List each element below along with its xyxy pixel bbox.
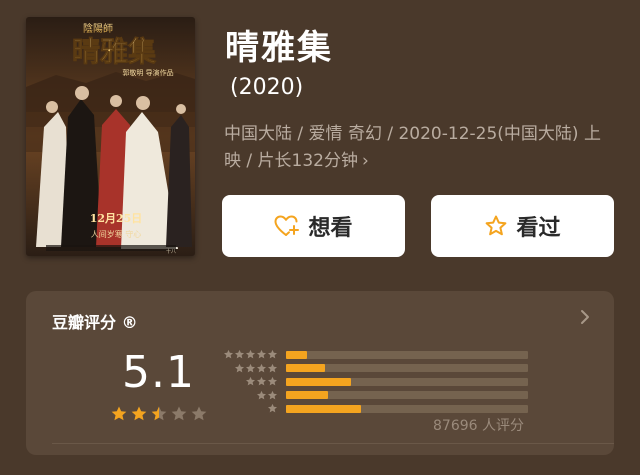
- rating-distribution-row: [218, 389, 538, 403]
- star-icon: [246, 350, 255, 359]
- row-stars: [218, 403, 278, 414]
- chevron-right-icon[interactable]: [578, 307, 592, 327]
- watched-button[interactable]: 看过: [431, 195, 614, 257]
- poster-date-text: 12月25日: [90, 212, 143, 225]
- distribution-bar-track: [286, 364, 528, 373]
- star-icon: [224, 350, 233, 359]
- movie-poster[interactable]: 陰陽師 晴雅集 郭敬明 导演作品 12月25日 人间岁寒 守心 十八: [26, 17, 195, 256]
- movie-year: (2020): [230, 75, 304, 100]
- movie-meta-text: 中国大陆 / 爱情 奇幻 / 2020-12-25(中国大陆) 上映 / 片长1…: [224, 124, 601, 171]
- star-icon: [268, 350, 277, 359]
- star-icon: [171, 406, 187, 421]
- poster-credit-text: 郭敬明 导演作品: [122, 68, 173, 77]
- poster-series-text: 陰陽師: [83, 22, 113, 35]
- douban-rating-label: 豆瓣评分 ®: [52, 313, 138, 332]
- distribution-bar-fill: [286, 377, 352, 386]
- distribution-bar-fill: [286, 404, 362, 413]
- distribution-bar-fill: [286, 364, 325, 373]
- star-icon: [246, 363, 255, 373]
- movie-title: 晴雅集: [225, 28, 333, 68]
- star-icon: [257, 377, 266, 386]
- rating-distribution-row: [218, 362, 538, 376]
- chevron-right-icon: ›: [361, 151, 369, 171]
- rating-distribution-row: [218, 375, 538, 389]
- rating-count: 87696 人评分: [433, 418, 524, 434]
- star-icon: [268, 390, 277, 400]
- divider: [52, 443, 614, 444]
- want-to-watch-button[interactable]: 想看: [222, 195, 405, 257]
- heart-plus-icon: [274, 215, 300, 236]
- star-icon: [246, 377, 255, 386]
- rating-distribution-row: [218, 402, 538, 416]
- watched-label: 看过: [516, 216, 561, 241]
- poster-title-text: 晴雅集: [72, 35, 156, 68]
- distribution-bar-track: [286, 377, 528, 386]
- star-icon: [257, 363, 266, 373]
- star-icon: [268, 377, 277, 386]
- rating-distribution-row: [218, 348, 538, 362]
- star-icon: [235, 350, 244, 359]
- row-stars: [218, 349, 278, 360]
- distribution-bar-track: [286, 350, 528, 359]
- star-icon: [235, 363, 244, 373]
- want-to-watch-label: 想看: [308, 216, 353, 241]
- poster-tagline-text: 人间岁寒 守心: [91, 229, 142, 239]
- distribution-bar-track: [286, 404, 528, 413]
- star-icon: [111, 406, 127, 421]
- rating-stars: [110, 405, 208, 423]
- rating-card[interactable]: 豆瓣评分 ® 5.1 87696 人评分: [26, 291, 614, 455]
- star-icon: [268, 363, 277, 373]
- star-icon: [191, 406, 207, 421]
- distribution-bar-fill: [286, 391, 329, 400]
- star-icon: [257, 350, 266, 359]
- row-stars: [218, 376, 278, 387]
- rating-distribution: [218, 348, 538, 416]
- distribution-bar-fill: [286, 350, 307, 359]
- star-icon: [257, 390, 266, 400]
- rating-score: 5.1: [122, 347, 195, 398]
- star-outline-icon: [486, 215, 507, 236]
- distribution-bar-track: [286, 391, 528, 400]
- movie-meta-info[interactable]: 中国大陆 / 爱情 奇幻 / 2020-12-25(中国大陆) 上映 / 片长1…: [224, 121, 604, 175]
- movie-detail-page: 陰陽師 晴雅集 郭敬明 导演作品 12月25日 人间岁寒 守心 十八 晴雅集 (…: [0, 0, 640, 475]
- poster-bottom-mark: 十八: [166, 248, 176, 255]
- star-icon: [131, 406, 147, 421]
- star-icon: [268, 404, 277, 413]
- row-stars: [218, 390, 278, 401]
- row-stars: [218, 363, 278, 374]
- poster-art: 陰陽師 晴雅集 郭敬明 导演作品 12月25日 人间岁寒 守心 十八: [26, 17, 195, 256]
- star-icon: [151, 406, 167, 421]
